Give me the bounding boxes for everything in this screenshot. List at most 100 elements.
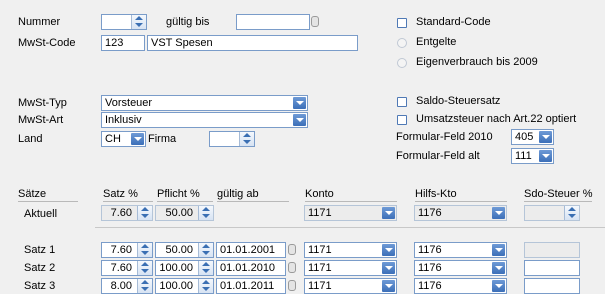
pflicht-value: 100.00 [159,280,193,292]
pflicht-value: 50.00 [165,207,193,219]
satz-input[interactable]: 7.60 [101,242,153,258]
satz-spinner[interactable] [137,243,152,257]
mwst-art-value: Inklusiv [105,114,142,126]
konto-value: 1171 [308,207,332,219]
satz-value: 8.00 [110,280,132,292]
pflicht-input[interactable]: 100.00 [155,278,214,294]
mwst-typ-select[interactable]: Vorsteuer [101,95,308,111]
nummer-spinner[interactable] [131,15,146,29]
hilfs-kto-value: 1176 [418,207,442,219]
saldo-steuersatz-label: Saldo-Steuersatz [416,95,501,107]
mwst-typ-value: Vorsteuer [105,97,153,109]
satz-value: 7.60 [110,207,132,219]
formular-alt-select[interactable]: 111 [511,148,554,164]
calendar-icon[interactable] [311,16,319,27]
sdo-steuer-input[interactable] [524,260,580,276]
mwst-code-input[interactable]: 123 [101,35,145,51]
eigenverbrauch-radio[interactable] [397,58,407,68]
sdo-steuer-spinner[interactable] [564,206,579,220]
chevron-down-icon[interactable] [492,207,505,219]
satz-value: 7.60 [110,262,132,274]
hilfs-kto-select[interactable]: 1176 [414,278,507,294]
satz-spinner[interactable] [137,206,152,220]
land-label: Land [18,133,43,145]
sdo-steuer-input[interactable] [524,278,580,294]
gueltig-ab-input[interactable]: 01.01.2011 [216,278,286,294]
gueltig-ab-input[interactable]: 01.01.2010 [216,260,286,276]
satz-spinner[interactable] [137,261,152,275]
formular-2010-select[interactable]: 405 [511,129,554,145]
standard-code-checkbox[interactable] [397,18,407,28]
calendar-icon[interactable] [288,244,296,255]
calendar-icon[interactable] [288,280,296,291]
header-pflicht: Pflicht % [157,188,213,202]
umsatzsteuer-label: Umsatzsteuer nach Art.22 optiert [416,113,577,125]
chevron-down-icon[interactable] [539,131,552,143]
mwst-code-description[interactable]: VST Spesen [147,35,358,51]
pflicht-spinner[interactable] [198,279,213,293]
konto-select[interactable]: 1171 [304,278,397,294]
nummer-input[interactable] [101,14,147,30]
konto-select[interactable]: 1171 [304,260,397,276]
pflicht-spinner[interactable] [198,243,213,257]
calendar-icon[interactable] [288,262,296,273]
pflicht-spinner[interactable] [198,206,213,220]
chevron-down-icon[interactable] [492,280,505,292]
land-select[interactable]: CH [101,131,146,147]
gueltig-bis-input[interactable] [236,14,310,30]
chevron-down-icon[interactable] [492,244,505,256]
mwst-typ-label: MwSt-Typ [18,97,67,109]
firma-spinner[interactable] [239,132,254,146]
header-saetze: Sätze [18,188,78,202]
entgelte-radio[interactable] [397,38,407,48]
chevron-down-icon[interactable] [492,262,505,274]
hilfs-kto-select[interactable]: 1176 [414,260,507,276]
pflicht-input[interactable]: 50.00 [155,205,214,221]
satz-input[interactable]: 7.60 [101,205,153,221]
chevron-down-icon[interactable] [293,97,306,109]
hilfs-kto-select[interactable]: 1176 [414,205,507,221]
umsatzsteuer-checkbox[interactable] [397,115,407,125]
header-hilfs-kto: Hilfs-Kto [415,188,507,202]
header-gueltig-ab: gültig ab [217,188,289,202]
gueltig-ab-input[interactable]: 01.01.2001 [216,242,286,258]
chevron-down-icon[interactable] [293,114,306,126]
chevron-down-icon[interactable] [382,207,395,219]
konto-value: 1171 [308,262,332,274]
row-label: Satz 3 [24,280,56,292]
header-sdo-steuer: Sdo-Steuer % [524,188,593,202]
konto-select[interactable]: 1171 [304,205,397,221]
mwst-art-label: MwSt-Art [18,114,64,126]
divider [95,227,605,228]
hilfs-kto-value: 1176 [418,244,442,256]
chevron-down-icon[interactable] [382,262,395,274]
sdo-steuer-input[interactable] [524,205,580,221]
konto-select[interactable]: 1171 [304,242,397,258]
pflicht-spinner[interactable] [198,261,213,275]
chevron-down-icon[interactable] [382,280,395,292]
hilfs-kto-select[interactable]: 1176 [414,242,507,258]
chevron-down-icon[interactable] [382,244,395,256]
pflicht-input[interactable]: 100.00 [155,260,214,276]
sdo-steuer-input[interactable] [524,242,580,258]
pflicht-value: 50.00 [165,244,193,256]
mwst-code-label: MwSt-Code [18,37,76,49]
row-label: Aktuell [24,208,58,220]
pflicht-input[interactable]: 50.00 [155,242,214,258]
row-label: Satz 1 [24,244,56,256]
header-satz: Satz % [103,188,153,202]
satz-spinner[interactable] [137,279,152,293]
saldo-steuersatz-checkbox[interactable] [397,97,407,107]
chevron-down-icon[interactable] [131,133,144,145]
firma-input[interactable] [209,131,255,147]
hilfs-kto-value: 1176 [418,262,442,274]
konto-value: 1171 [308,244,332,256]
chevron-down-icon[interactable] [539,150,552,162]
mwst-art-select[interactable]: Inklusiv [101,112,308,128]
satz-input[interactable]: 8.00 [101,278,153,294]
hilfs-kto-value: 1176 [418,280,442,292]
satz-input[interactable]: 7.60 [101,260,153,276]
satz-value: 7.60 [110,244,132,256]
konto-value: 1171 [308,280,332,292]
firma-label: Firma [148,133,177,145]
